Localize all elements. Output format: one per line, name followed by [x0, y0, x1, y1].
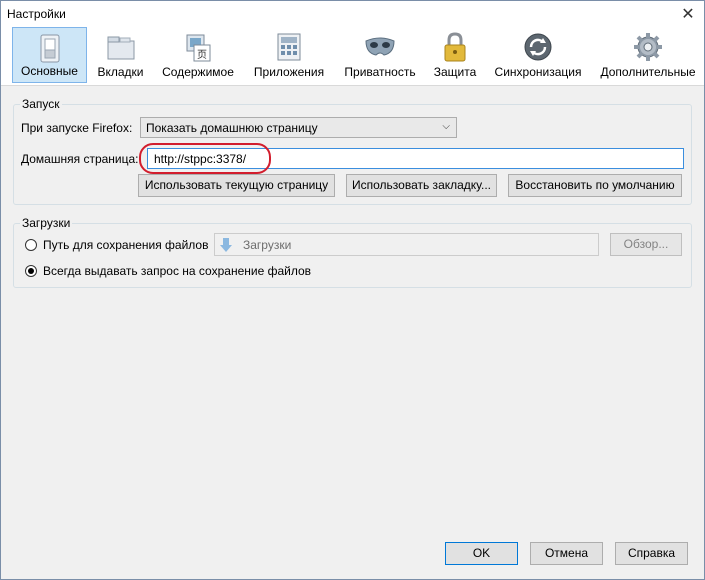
svg-text:页: 页 [197, 49, 207, 61]
chevron-down-icon: ⌵ [442, 121, 450, 132]
tab-label: Защита [433, 65, 477, 79]
privacy-mask-icon [365, 37, 395, 56]
use-current-page-button[interactable]: Использовать текущую страницу [138, 174, 335, 197]
save-path-label: Путь для сохранения файлов [43, 238, 209, 252]
switch-icon [40, 34, 59, 63]
tab-label: Приватность [344, 65, 416, 79]
tabs-icon [107, 36, 134, 60]
use-bookmark-button[interactable]: Использовать закладку... [346, 174, 497, 197]
gear-icon [634, 33, 662, 61]
close-icon: ✕ [681, 6, 695, 23]
category-toolbar: Основные Вкладки 页 Содержимое Приложения… [1, 27, 704, 86]
download-folder-value: Загрузки [243, 238, 292, 252]
download-folder-field: Загрузки [214, 233, 599, 256]
save-path-radio[interactable] [25, 239, 37, 251]
tab-label: Приложения [253, 65, 325, 79]
tab-label: Основные [21, 64, 78, 78]
startup-legend: Запуск [20, 97, 62, 111]
red-highlight-annotation [139, 143, 271, 174]
tab-general[interactable]: Основные [12, 27, 87, 83]
when-starts-value: Показать домашнюю страницу [146, 121, 318, 135]
when-starts-label: При запуске Firefox: [21, 121, 133, 135]
preferences-window: Настройки ✕ Основные Вкладки 页 Содержимо… [0, 0, 705, 580]
homepage-label: Домашняя страница: [21, 152, 139, 166]
restore-default-button[interactable]: Восстановить по умолчанию [508, 174, 682, 197]
title-bar: Настройки ✕ [1, 1, 704, 27]
tab-tabs[interactable]: Вкладки [94, 27, 147, 83]
when-starts-select[interactable]: Показать домашнюю страницу ⌵ [140, 117, 457, 138]
cancel-button[interactable]: Отмена [530, 542, 603, 565]
tab-label: Вкладки [97, 65, 144, 79]
close-button[interactable]: ✕ [672, 1, 704, 27]
sync-icon [524, 33, 552, 61]
always-ask-label: Всегда выдавать запрос на сохранение фай… [43, 264, 312, 278]
padlock-icon [444, 32, 466, 62]
tab-content[interactable]: 页 Содержимое [158, 27, 238, 83]
ok-button[interactable]: OK [445, 542, 518, 565]
always-ask-radio[interactable] [25, 265, 37, 277]
tab-advanced[interactable]: Дополнительные [596, 27, 700, 83]
tab-privacy[interactable]: Приватность [340, 27, 420, 83]
window-title: Настройки [7, 7, 66, 21]
tab-label: Дополнительные [600, 65, 696, 79]
tab-security[interactable]: Защита [429, 27, 481, 83]
content-icon: 页 [186, 34, 211, 62]
download-arrow-icon [220, 238, 232, 252]
tab-label: Синхронизация [494, 65, 582, 79]
tab-sync[interactable]: Синхронизация [490, 27, 586, 83]
browse-button[interactable]: Обзор... [610, 233, 682, 256]
help-button[interactable]: Справка [615, 542, 688, 565]
tab-applications[interactable]: Приложения [248, 27, 330, 83]
downloads-legend: Загрузки [20, 216, 73, 230]
tab-label: Содержимое [162, 65, 234, 79]
applications-icon [277, 33, 301, 61]
